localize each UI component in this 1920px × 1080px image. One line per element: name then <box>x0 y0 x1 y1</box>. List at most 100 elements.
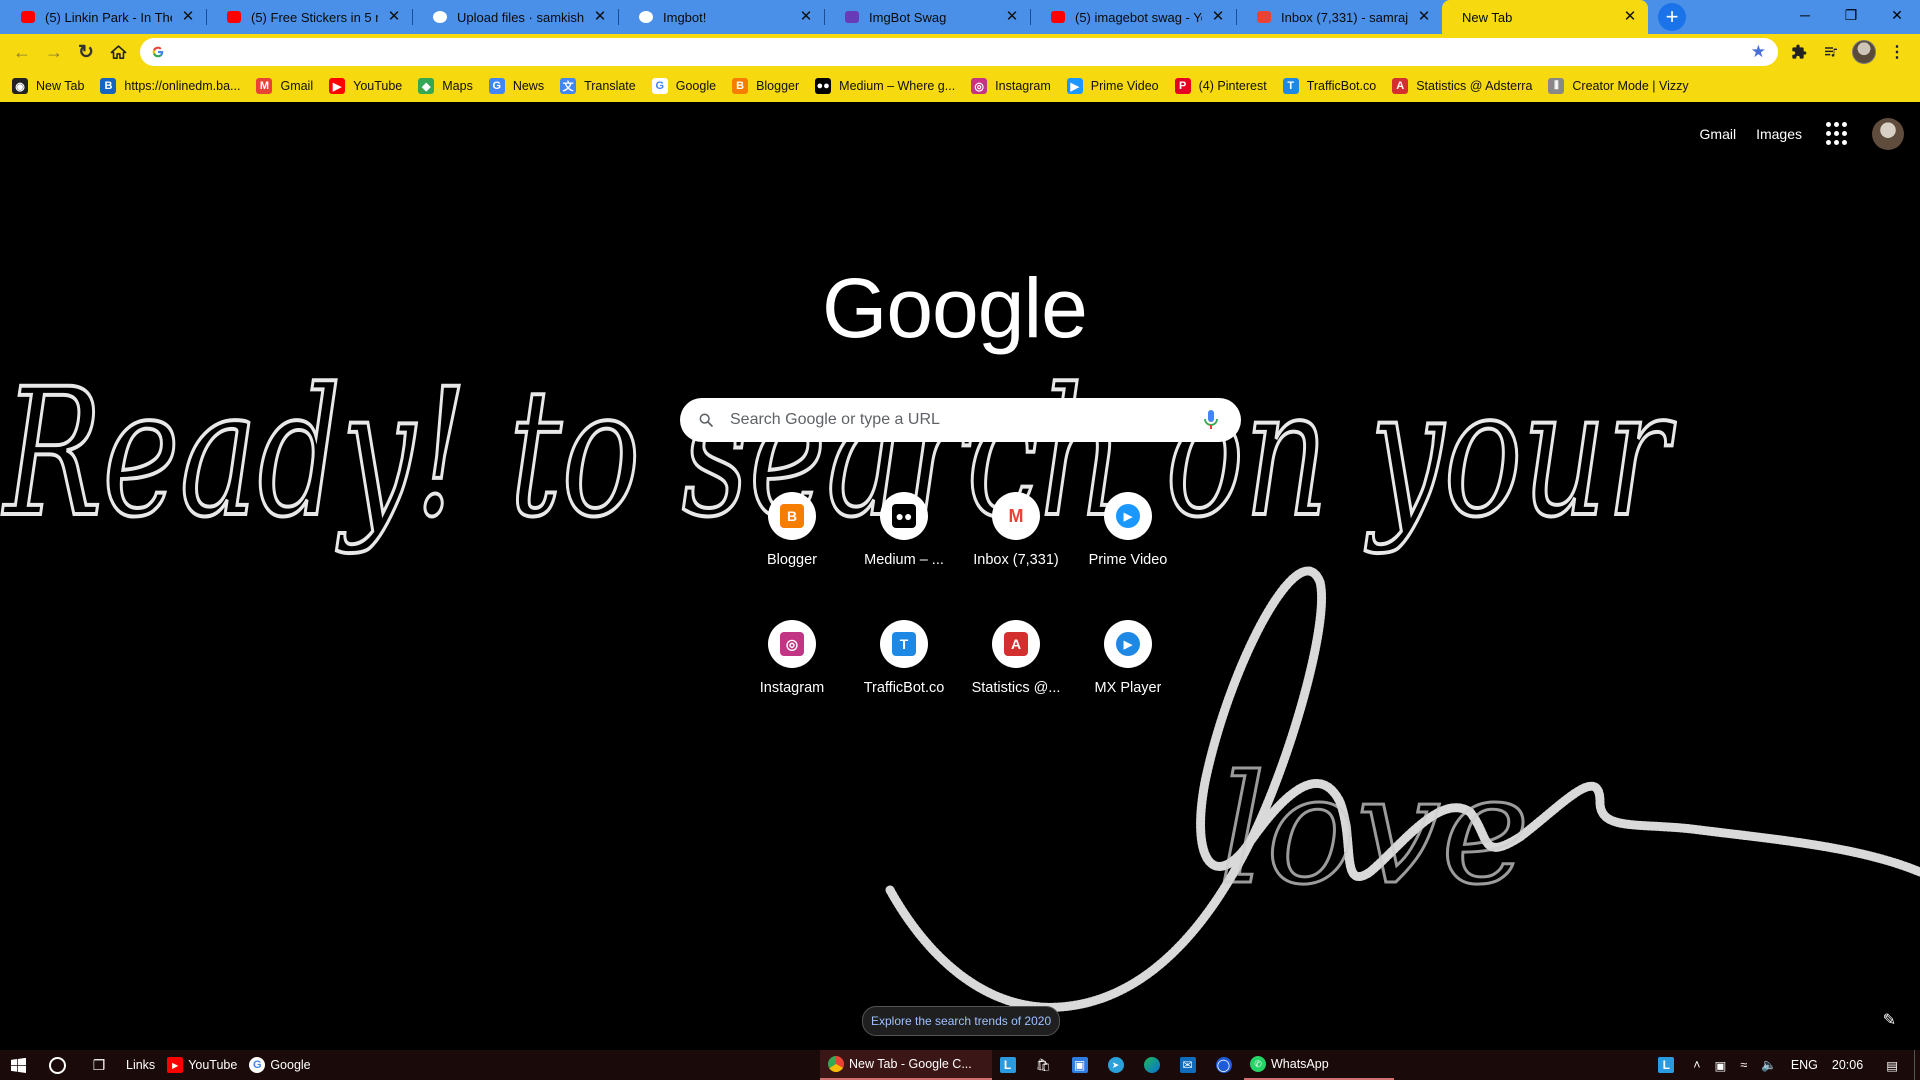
bookmark-star-icon[interactable]: ★ <box>1751 42 1766 62</box>
shortcut-icon-circle: T <box>880 620 928 668</box>
back-button[interactable]: ← <box>6 36 38 68</box>
shortcut-icon-circle: ▶ <box>1104 492 1152 540</box>
search-trends-chip[interactable]: Explore the search trends of 2020 <box>862 1006 1061 1036</box>
volume-icon[interactable]: 🔈 <box>1754 1050 1784 1080</box>
bookmark-9[interactable]: B Blogger <box>732 78 799 94</box>
shortcut-tile[interactable]: ▶ MX Player <box>1072 612 1184 732</box>
shortcut-tile[interactable]: B Blogger <box>736 484 848 604</box>
bookmark-label: Maps <box>442 79 473 93</box>
links-toolbar[interactable]: Links <box>120 1050 161 1080</box>
bookmark-3[interactable]: M Gmail <box>256 78 313 94</box>
taskbar-chrome-window[interactable]: New Tab - Google C... <box>820 1050 992 1080</box>
tray-meet-icon[interactable]: ▣ <box>1708 1050 1734 1080</box>
tab-6[interactable]: (5) imagebot swag - YouTub ✕ <box>1030 0 1236 34</box>
close-tab-icon[interactable]: ✕ <box>592 9 608 25</box>
shortcut-tile[interactable]: ●● Medium – ... <box>848 484 960 604</box>
close-tab-icon[interactable]: ✕ <box>1416 9 1432 25</box>
google-apps-icon[interactable] <box>1826 122 1850 146</box>
bookmark-7[interactable]: 文 Translate <box>560 78 636 94</box>
microphone-icon[interactable] <box>1199 410 1223 430</box>
shortcut-title: Inbox (7,331) <box>973 552 1059 568</box>
tab-4[interactable]: Imgbot! ✕ <box>618 0 824 34</box>
restore-button[interactable]: ❐ <box>1828 0 1874 30</box>
customize-pencil-icon[interactable]: ✎ <box>1883 1010 1896 1030</box>
tab-7[interactable]: Inbox (7,331) - samrajr33@ ✕ <box>1236 0 1442 34</box>
close-window-button[interactable]: ✕ <box>1874 0 1920 30</box>
taskbar-whatsapp[interactable]: ✆ WhatsApp <box>1244 1050 1394 1080</box>
gmail-link[interactable]: Gmail <box>1700 126 1737 142</box>
shortcut-tile[interactable]: A Statistics @... <box>960 612 1072 732</box>
address-bar[interactable]: ★ <box>140 38 1778 66</box>
profile-avatar[interactable] <box>1852 40 1876 64</box>
minimize-button[interactable]: ─ <box>1782 0 1828 30</box>
bookmark-2[interactable]: Bhttps://onlinedm.ba... <box>100 78 240 94</box>
google-icon: G <box>249 1057 266 1073</box>
clock[interactable]: 20:06 <box>1825 1050 1870 1080</box>
taskbar-edge[interactable] <box>1136 1050 1172 1080</box>
taskbar-google-link[interactable]: G Google <box>243 1050 316 1080</box>
windows-start-button[interactable] <box>0 1050 36 1080</box>
shortcut-tile[interactable]: T TrafficBot.co <box>848 612 960 732</box>
taskbar-store[interactable]: 🛍 <box>1028 1050 1064 1080</box>
search-box[interactable] <box>680 398 1241 442</box>
account-avatar[interactable] <box>1872 118 1904 150</box>
edge-icon <box>1143 1057 1160 1073</box>
close-tab-icon[interactable]: ✕ <box>180 9 196 25</box>
taskbar-app-l[interactable]: L <box>992 1050 1028 1080</box>
bookmark-16[interactable]: ⦀ Creator Mode | Vizzy <box>1548 78 1689 94</box>
tab-3[interactable]: Upload files · samkishor/Try ✕ <box>412 0 618 34</box>
bookmark-14[interactable]: T TrafficBot.co <box>1282 78 1376 94</box>
forward-button[interactable]: → <box>38 36 70 68</box>
bookmark-1[interactable]: ◉ New Tab <box>12 78 84 94</box>
tab-2[interactable]: (5) Free Stickers in 5 mins | ✕ <box>206 0 412 34</box>
shortcut-tile[interactable]: ▶ Prime Video <box>1072 484 1184 604</box>
taskbar-mail[interactable]: ✉ <box>1172 1050 1208 1080</box>
tab-5[interactable]: ImgBot Swag ✕ <box>824 0 1030 34</box>
tray-l-app[interactable]: L <box>1651 1050 1686 1080</box>
shortcut-tile[interactable]: ◎ Instagram <box>736 612 848 732</box>
bookmark-8[interactable]: G Google <box>651 78 716 94</box>
ntp-header: Gmail Images <box>1700 102 1920 166</box>
images-link[interactable]: Images <box>1756 126 1802 142</box>
shortcut-tile[interactable]: M Inbox (7,331) <box>960 484 1072 604</box>
taskbar-app-blue[interactable]: ▣ <box>1064 1050 1100 1080</box>
bookmark-6[interactable]: G News <box>488 78 545 94</box>
show-desktop-button[interactable] <box>1914 1050 1920 1080</box>
bookmark-15[interactable]: A Statistics @ Adsterra <box>1392 78 1532 94</box>
address-input[interactable] <box>176 43 1751 61</box>
taskbar-youtube-link[interactable]: ▶ YouTube <box>161 1050 243 1080</box>
bookmark-5[interactable]: ◆ Maps <box>418 78 473 94</box>
cortana-search-button[interactable] <box>36 1050 78 1080</box>
close-tab-icon[interactable]: ✕ <box>1004 9 1020 25</box>
tab-1[interactable]: (5) Linkin Park - In The End ✕ <box>0 0 206 34</box>
bookmark-10[interactable]: ●● Medium – Where g... <box>815 78 955 94</box>
taskbar-telegram[interactable]: ➤ <box>1100 1050 1136 1080</box>
language-indicator[interactable]: ENG <box>1784 1050 1825 1080</box>
bookmark-11[interactable]: ◎ Instagram <box>971 78 1051 94</box>
action-center-icon[interactable]: ▤ <box>1870 1050 1914 1080</box>
reload-button[interactable]: ↻ <box>70 36 102 68</box>
bookmark-13[interactable]: P (4) Pinterest <box>1174 78 1267 94</box>
bookmark-label: Statistics @ Adsterra <box>1416 79 1533 93</box>
search-input[interactable] <box>728 410 1199 430</box>
extensions-icon[interactable] <box>1788 41 1810 63</box>
bookmark-12[interactable]: ▶ Prime Video <box>1066 78 1159 94</box>
bookmark-label: News <box>512 79 545 93</box>
chrome-menu-icon[interactable]: ⋮ <box>1886 41 1908 63</box>
taskbar-shield[interactable]: ◯ <box>1208 1050 1244 1080</box>
bookmark-label: Medium – Where g... <box>839 79 956 93</box>
tray-chevron-icon[interactable]: ˄ <box>1686 1050 1707 1080</box>
media-controls-icon[interactable] <box>1820 41 1842 63</box>
home-icon <box>110 44 126 59</box>
home-button[interactable] <box>102 36 134 68</box>
close-tab-icon[interactable]: ✕ <box>1622 9 1638 25</box>
wifi-icon[interactable]: ≈ <box>1733 1050 1754 1080</box>
new-tab-button[interactable]: + <box>1658 3 1686 31</box>
close-tab-icon[interactable]: ✕ <box>1210 9 1226 25</box>
close-tab-icon[interactable]: ✕ <box>798 9 814 25</box>
task-view-button[interactable]: ❐ <box>78 1050 120 1080</box>
tab-8[interactable]: New Tab ✕ <box>1442 0 1648 34</box>
bookmark-label: Prime Video <box>1090 79 1159 93</box>
bookmark-4[interactable]: ▶ YouTube <box>329 78 402 94</box>
close-tab-icon[interactable]: ✕ <box>386 9 402 25</box>
